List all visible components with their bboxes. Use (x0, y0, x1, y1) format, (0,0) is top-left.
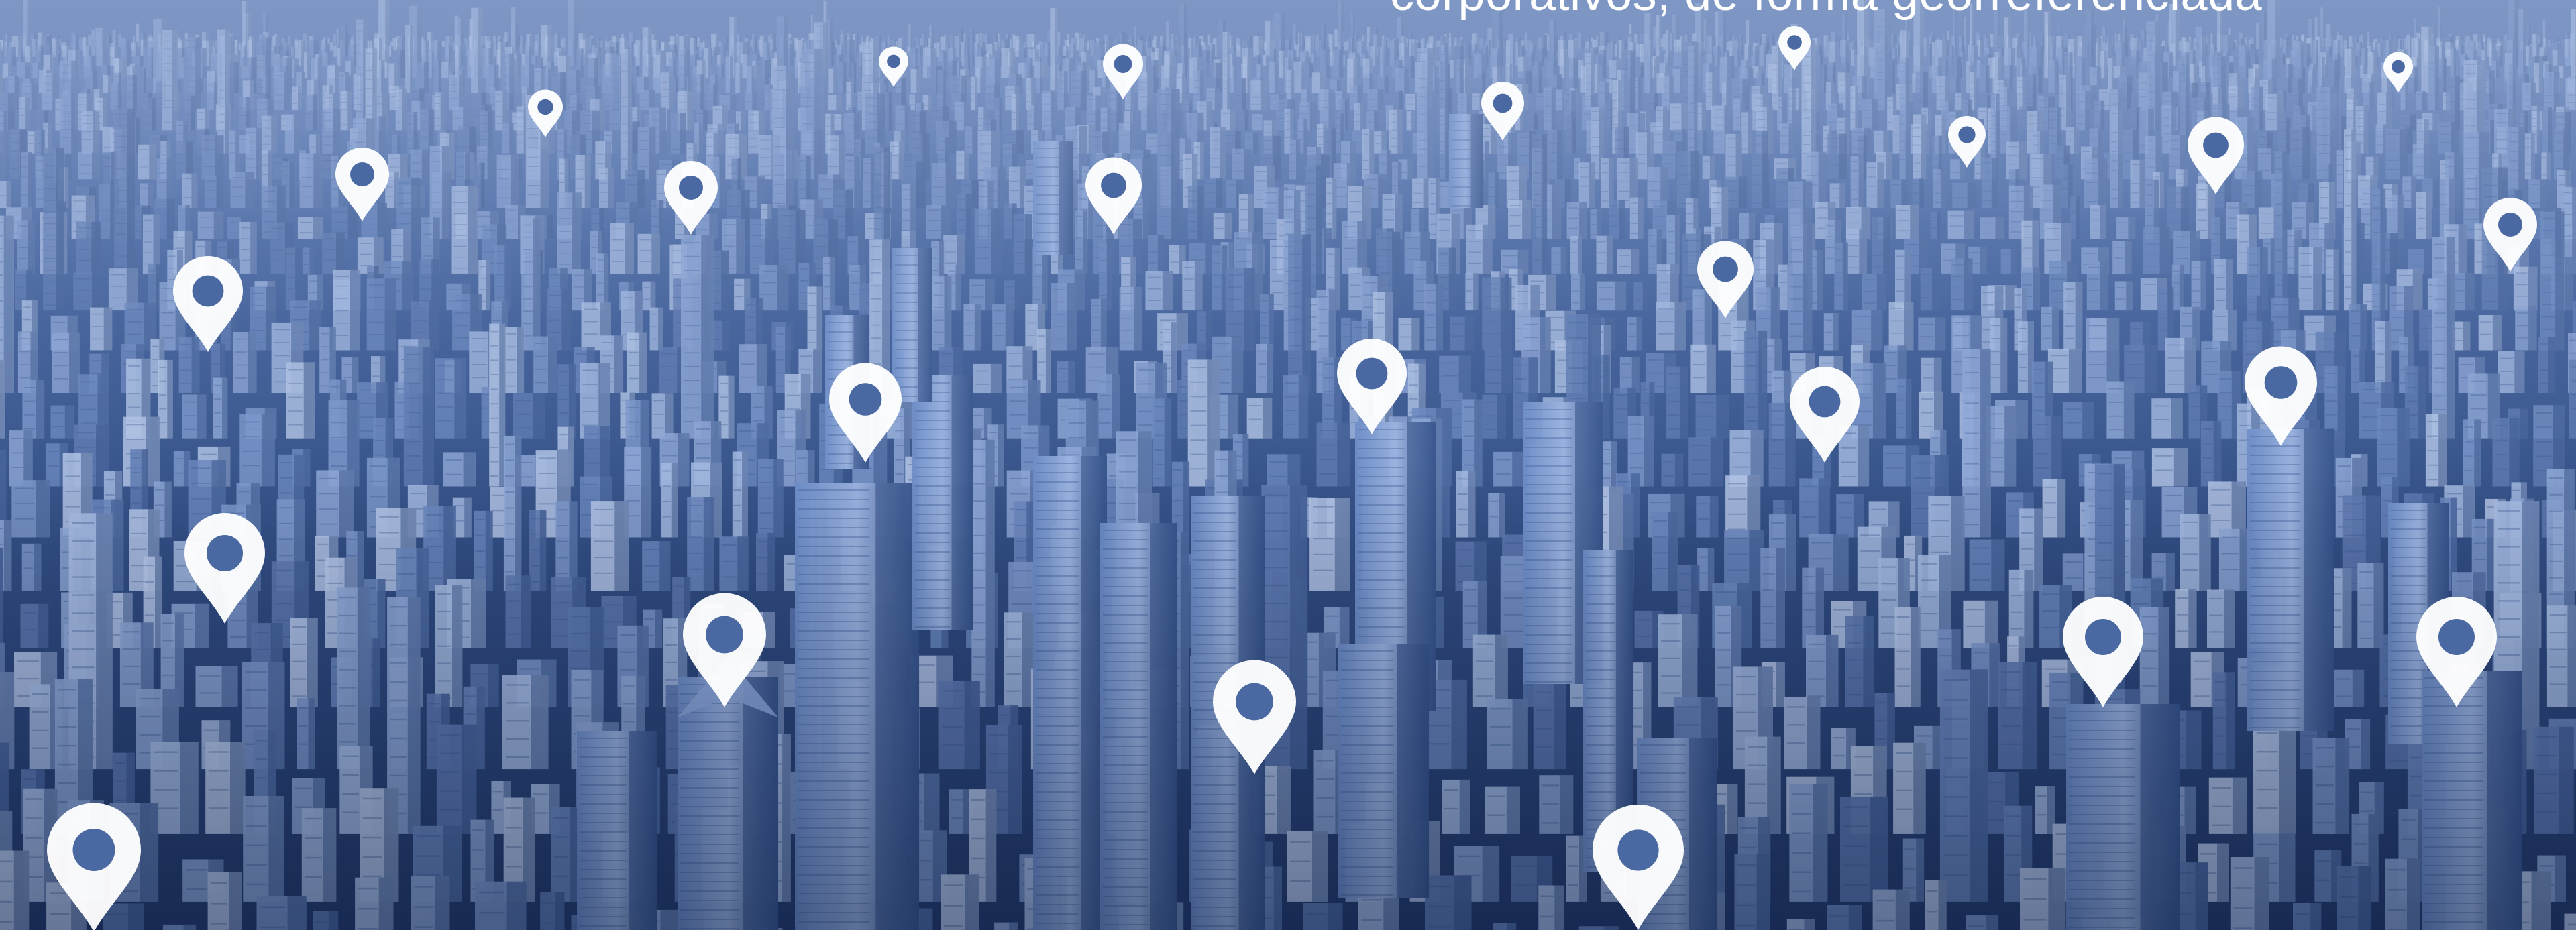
map-pin-icon (1337, 339, 1407, 434)
map-pin-icon (1481, 82, 1524, 141)
city-map-banner: corporativos, de forma georreferenciada (0, 0, 2576, 930)
map-pin-icon (1697, 241, 1754, 318)
map-pin-icon (1593, 805, 1684, 930)
map-pin-icon (683, 593, 766, 707)
map-pins-layer (47, 26, 2537, 930)
map-pin-icon (664, 161, 718, 235)
map-pin-icon (1213, 660, 1296, 774)
map-pin-icon (2483, 198, 2537, 272)
map-pin-icon (47, 803, 141, 930)
map-pin-icon (2245, 346, 2317, 446)
map-pin-icon (1778, 26, 1811, 70)
map-pin-icon (2188, 117, 2244, 194)
map-pin-icon (1103, 44, 1143, 99)
map-pin-icon (184, 513, 265, 624)
map-pin-icon (1085, 157, 1142, 235)
map-pin-icon (1948, 116, 1986, 168)
map-pin-icon (2383, 52, 2413, 93)
map-pin-icon (173, 256, 243, 352)
map-pin-icon (2063, 597, 2143, 707)
map-pin-icon (2416, 597, 2497, 707)
map-pin-icon (829, 363, 902, 463)
map-pin-icon (528, 89, 563, 137)
map-pin-icon (335, 148, 389, 221)
map-pin-icon (879, 46, 908, 87)
caption-text: corporativos, de forma georreferenciada (1390, 0, 2262, 23)
map-pin-icon (1790, 367, 1860, 463)
